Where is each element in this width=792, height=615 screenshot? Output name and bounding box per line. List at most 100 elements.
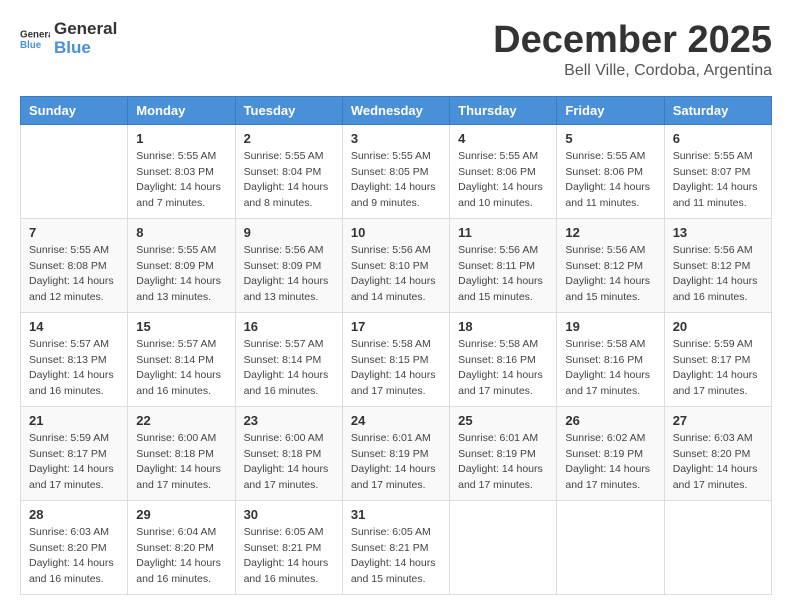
day-number: 13	[673, 225, 763, 240]
calendar-cell: 5 Sunrise: 5:55 AMSunset: 8:06 PMDaylight…	[557, 124, 664, 218]
day-number: 1	[136, 131, 226, 146]
logo-general: General	[54, 20, 117, 39]
day-number: 23	[244, 413, 334, 428]
calendar-cell: 6 Sunrise: 5:55 AMSunset: 8:07 PMDaylight…	[664, 124, 771, 218]
page-header: General Blue General Blue December 2025 …	[20, 20, 772, 80]
calendar-cell: 20 Sunrise: 5:59 AMSunset: 8:17 PMDayligh…	[664, 312, 771, 406]
day-number: 16	[244, 319, 334, 334]
day-detail: Sunrise: 5:55 AMSunset: 8:09 PMDaylight:…	[136, 243, 226, 306]
day-number: 20	[673, 319, 763, 334]
day-detail: Sunrise: 6:05 AMSunset: 8:21 PMDaylight:…	[351, 525, 441, 588]
calendar-cell: 12Sunrise: 5:56 AMSunset: 8:12 PMDayligh…	[557, 218, 664, 312]
day-detail: Sunrise: 6:00 AMSunset: 8:18 PMDaylight:…	[136, 431, 226, 494]
day-number: 26	[565, 413, 655, 428]
day-number: 27	[673, 413, 763, 428]
calendar-cell	[450, 500, 557, 594]
calendar-cell: 25 Sunrise: 6:01 AMSunset: 8:19 PMDayligh…	[450, 406, 557, 500]
day-number: 8	[136, 225, 226, 240]
weekday-header: Sunday	[21, 96, 128, 124]
calendar-cell: 4 Sunrise: 5:55 AMSunset: 8:06 PMDaylight…	[450, 124, 557, 218]
calendar-cell: 28Sunrise: 6:03 AMSunset: 8:20 PMDayligh…	[21, 500, 128, 594]
calendar-cell: 21 Sunrise: 5:59 AMSunset: 8:17 PMDayligh…	[21, 406, 128, 500]
day-number: 14	[29, 319, 119, 334]
day-detail: Sunrise: 5:59 AMSunset: 8:17 PMDaylight:…	[673, 337, 763, 400]
day-number: 25	[458, 413, 548, 428]
day-detail: Sunrise: 6:03 AMSunset: 8:20 PMDaylight:…	[29, 525, 119, 588]
day-detail: Sunrise: 5:55 AMSunset: 8:06 PMDaylight:…	[458, 149, 548, 212]
calendar-cell	[557, 500, 664, 594]
day-detail: Sunrise: 5:56 AMSunset: 8:09 PMDaylight:…	[244, 243, 334, 306]
day-number: 18	[458, 319, 548, 334]
calendar-week-row: 28Sunrise: 6:03 AMSunset: 8:20 PMDayligh…	[21, 500, 772, 594]
day-number: 30	[244, 507, 334, 522]
day-number: 22	[136, 413, 226, 428]
day-number: 17	[351, 319, 441, 334]
day-detail: Sunrise: 6:04 AMSunset: 8:20 PMDaylight:…	[136, 525, 226, 588]
title-area: December 2025 Bell Ville, Cordoba, Argen…	[493, 20, 772, 80]
day-detail: Sunrise: 5:55 AMSunset: 8:04 PMDaylight:…	[244, 149, 334, 212]
day-number: 24	[351, 413, 441, 428]
day-detail: Sunrise: 5:58 AMSunset: 8:16 PMDaylight:…	[565, 337, 655, 400]
calendar-cell: 1 Sunrise: 5:55 AMSunset: 8:03 PMDaylight…	[128, 124, 235, 218]
svg-text:Blue: Blue	[20, 40, 42, 51]
day-detail: Sunrise: 5:58 AMSunset: 8:16 PMDaylight:…	[458, 337, 548, 400]
location-title: Bell Ville, Cordoba, Argentina	[493, 62, 772, 80]
day-detail: Sunrise: 6:03 AMSunset: 8:20 PMDaylight:…	[673, 431, 763, 494]
day-number: 4	[458, 131, 548, 146]
day-detail: Sunrise: 6:02 AMSunset: 8:19 PMDaylight:…	[565, 431, 655, 494]
calendar-cell: 29Sunrise: 6:04 AMSunset: 8:20 PMDayligh…	[128, 500, 235, 594]
day-detail: Sunrise: 5:55 AMSunset: 8:03 PMDaylight:…	[136, 149, 226, 212]
day-detail: Sunrise: 5:57 AMSunset: 8:14 PMDaylight:…	[244, 337, 334, 400]
calendar-week-row: 1 Sunrise: 5:55 AMSunset: 8:03 PMDaylight…	[21, 124, 772, 218]
day-number: 31	[351, 507, 441, 522]
day-number: 10	[351, 225, 441, 240]
weekday-header: Saturday	[664, 96, 771, 124]
calendar-cell: 30Sunrise: 6:05 AMSunset: 8:21 PMDayligh…	[235, 500, 342, 594]
day-detail: Sunrise: 5:56 AMSunset: 8:10 PMDaylight:…	[351, 243, 441, 306]
calendar-cell: 27 Sunrise: 6:03 AMSunset: 8:20 PMDayligh…	[664, 406, 771, 500]
calendar-cell: 8 Sunrise: 5:55 AMSunset: 8:09 PMDaylight…	[128, 218, 235, 312]
calendar-cell: 16 Sunrise: 5:57 AMSunset: 8:14 PMDayligh…	[235, 312, 342, 406]
calendar-cell: 17 Sunrise: 5:58 AMSunset: 8:15 PMDayligh…	[342, 312, 449, 406]
calendar-cell: 19 Sunrise: 5:58 AMSunset: 8:16 PMDayligh…	[557, 312, 664, 406]
day-number: 6	[673, 131, 763, 146]
day-number: 15	[136, 319, 226, 334]
day-number: 21	[29, 413, 119, 428]
calendar-cell: 15Sunrise: 5:57 AMSunset: 8:14 PMDayligh…	[128, 312, 235, 406]
day-number: 2	[244, 131, 334, 146]
day-detail: Sunrise: 6:01 AMSunset: 8:19 PMDaylight:…	[458, 431, 548, 494]
day-number: 19	[565, 319, 655, 334]
logo-blue: Blue	[54, 39, 117, 58]
day-detail: Sunrise: 6:00 AMSunset: 8:18 PMDaylight:…	[244, 431, 334, 494]
weekday-header: Tuesday	[235, 96, 342, 124]
calendar-cell: 23 Sunrise: 6:00 AMSunset: 8:18 PMDayligh…	[235, 406, 342, 500]
calendar-cell: 14 Sunrise: 5:57 AMSunset: 8:13 PMDayligh…	[21, 312, 128, 406]
calendar-week-row: 14 Sunrise: 5:57 AMSunset: 8:13 PMDayligh…	[21, 312, 772, 406]
calendar-week-row: 21 Sunrise: 5:59 AMSunset: 8:17 PMDayligh…	[21, 406, 772, 500]
calendar-cell: 31 Sunrise: 6:05 AMSunset: 8:21 PMDayligh…	[342, 500, 449, 594]
weekday-header: Thursday	[450, 96, 557, 124]
day-detail: Sunrise: 5:58 AMSunset: 8:15 PMDaylight:…	[351, 337, 441, 400]
day-number: 7	[29, 225, 119, 240]
month-title: December 2025	[493, 20, 772, 62]
day-detail: Sunrise: 5:57 AMSunset: 8:13 PMDaylight:…	[29, 337, 119, 400]
day-detail: Sunrise: 5:55 AMSunset: 8:08 PMDaylight:…	[29, 243, 119, 306]
calendar-header-row: SundayMondayTuesdayWednesdayThursdayFrid…	[21, 96, 772, 124]
day-detail: Sunrise: 5:55 AMSunset: 8:07 PMDaylight:…	[673, 149, 763, 212]
calendar-cell: 3 Sunrise: 5:55 AMSunset: 8:05 PMDaylight…	[342, 124, 449, 218]
day-number: 3	[351, 131, 441, 146]
calendar-cell: 10 Sunrise: 5:56 AMSunset: 8:10 PMDayligh…	[342, 218, 449, 312]
day-detail: Sunrise: 5:59 AMSunset: 8:17 PMDaylight:…	[29, 431, 119, 494]
calendar-cell: 18 Sunrise: 5:58 AMSunset: 8:16 PMDayligh…	[450, 312, 557, 406]
day-detail: Sunrise: 5:56 AMSunset: 8:12 PMDaylight:…	[565, 243, 655, 306]
logo-icon: General Blue	[20, 27, 50, 51]
calendar-cell	[21, 124, 128, 218]
day-detail: Sunrise: 5:55 AMSunset: 8:06 PMDaylight:…	[565, 149, 655, 212]
day-number: 5	[565, 131, 655, 146]
calendar-cell: 26 Sunrise: 6:02 AMSunset: 8:19 PMDayligh…	[557, 406, 664, 500]
weekday-header: Wednesday	[342, 96, 449, 124]
day-detail: Sunrise: 5:55 AMSunset: 8:05 PMDaylight:…	[351, 149, 441, 212]
weekday-header: Friday	[557, 96, 664, 124]
svg-text:General: General	[20, 29, 50, 40]
calendar-cell: 9Sunrise: 5:56 AMSunset: 8:09 PMDaylight…	[235, 218, 342, 312]
